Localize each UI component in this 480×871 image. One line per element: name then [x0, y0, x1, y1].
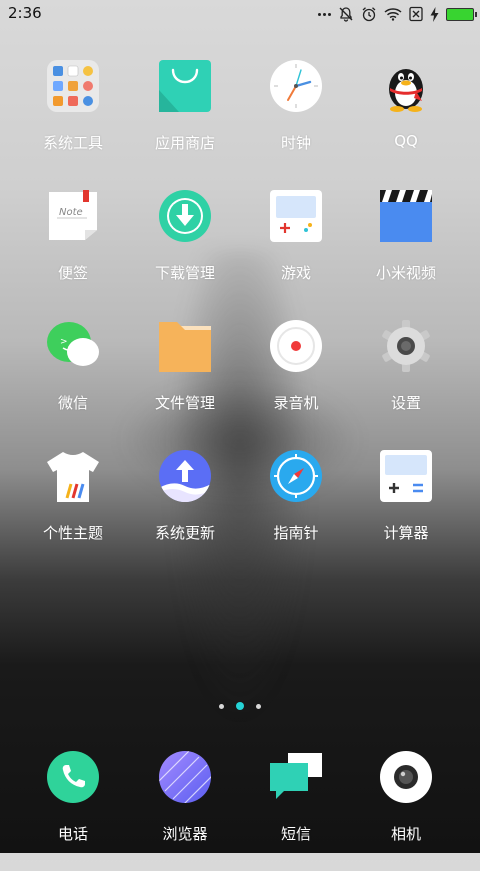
more-notifications-icon	[318, 12, 331, 16]
browser-icon	[159, 751, 211, 803]
dock-messages[interactable]: 短信	[241, 751, 351, 871]
app-label: 电话	[57, 825, 88, 843]
app-label: 指南针	[273, 524, 319, 542]
svg-text:>: >	[60, 337, 68, 347]
video-clapper-icon	[380, 190, 432, 242]
app-store[interactable]: 应用商店	[130, 60, 240, 180]
page-indicator[interactable]	[0, 700, 480, 712]
app-label: 游戏	[280, 264, 311, 282]
app-label: 个性主题	[42, 524, 103, 542]
page-dot[interactable]	[256, 703, 261, 709]
app-label: 系统更新	[154, 524, 215, 542]
dock-camera[interactable]: 相机	[351, 751, 461, 871]
wechat-icon: > <	[47, 320, 99, 372]
folder-file-icon	[159, 320, 211, 372]
status-time: 2:36	[8, 4, 42, 22]
page-dot[interactable]	[219, 703, 224, 709]
dock-browser[interactable]: 浏览器	[130, 751, 240, 871]
gear-icon	[380, 320, 432, 372]
app-recorder[interactable]: 录音机	[241, 320, 351, 440]
app-file-manager[interactable]: 文件管理	[130, 320, 240, 440]
app-system-update[interactable]: 系统更新	[130, 450, 240, 570]
notes-icon: Note	[47, 190, 99, 242]
app-label: 计算器	[383, 524, 429, 542]
clock-icon	[270, 60, 322, 112]
compass-icon	[270, 450, 322, 502]
status-icons	[318, 5, 477, 23]
app-label: 便签	[57, 264, 88, 282]
calculator-icon	[380, 450, 432, 502]
wifi-icon	[384, 8, 402, 21]
app-download-manager[interactable]: 下载管理	[130, 190, 240, 310]
app-label: 设置	[390, 394, 421, 412]
phone-icon	[47, 751, 99, 803]
camera-icon	[380, 751, 432, 803]
update-arrow-icon	[159, 450, 211, 502]
app-qq[interactable]: QQ	[351, 60, 461, 180]
dock-phone[interactable]: 电话	[18, 751, 128, 871]
app-settings[interactable]: 设置	[351, 320, 461, 440]
app-label: 录音机	[273, 394, 319, 412]
game-icon	[270, 190, 322, 242]
page-dot-active[interactable]	[236, 702, 244, 710]
message-icon	[270, 751, 322, 803]
app-games[interactable]: 游戏	[241, 190, 351, 310]
app-label: 微信	[57, 394, 88, 412]
app-clock[interactable]: 时钟	[241, 60, 351, 180]
app-compass[interactable]: 指南针	[241, 450, 351, 570]
app-label: 应用商店	[154, 134, 215, 152]
app-system-tools[interactable]: 系统工具	[18, 60, 128, 180]
app-label: 小米视频	[375, 264, 436, 282]
app-store-icon	[159, 60, 211, 112]
qq-penguin-icon	[380, 60, 432, 112]
app-notes[interactable]: Note 便签	[18, 190, 128, 310]
app-label: 短信	[280, 825, 311, 843]
no-sim-icon	[409, 6, 423, 22]
svg-text:<: <	[73, 337, 81, 347]
folder-icon	[47, 60, 99, 112]
battery-icon	[446, 7, 477, 21]
svg-text:Note: Note	[59, 207, 83, 218]
app-label: QQ	[394, 132, 418, 150]
app-themes[interactable]: 个性主题	[18, 450, 128, 570]
status-bar: 2:36	[0, 0, 480, 28]
app-label: 系统工具	[42, 134, 103, 152]
app-calculator[interactable]: 计算器	[351, 450, 461, 570]
app-label: 浏览器	[162, 825, 208, 843]
download-icon	[159, 190, 211, 242]
tshirt-icon	[47, 450, 99, 502]
app-wechat[interactable]: > < 微信	[18, 320, 128, 440]
recorder-icon	[270, 320, 322, 372]
app-label: 文件管理	[154, 394, 215, 412]
app-mi-video[interactable]: 小米视频	[351, 190, 461, 310]
mute-bell-icon	[339, 7, 353, 22]
app-label: 相机	[390, 825, 421, 843]
charging-bolt-icon	[430, 6, 439, 22]
app-label: 时钟	[280, 134, 311, 152]
app-label: 下载管理	[154, 264, 215, 282]
alarm-icon	[362, 7, 376, 22]
